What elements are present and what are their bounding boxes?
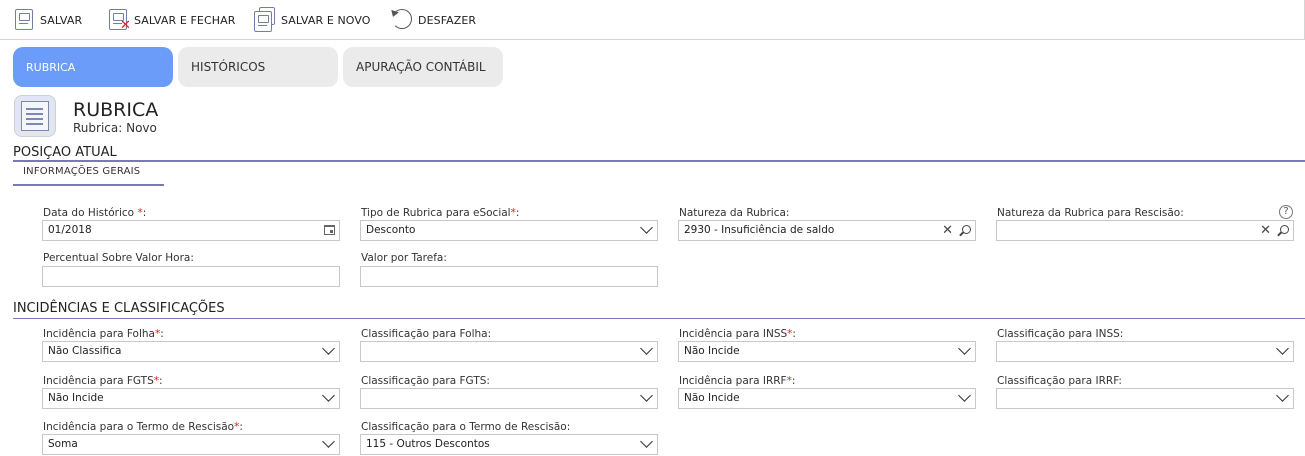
inss-incidence-select[interactable]: Não Incide <box>678 341 976 362</box>
chevron-down-icon[interactable] <box>959 391 971 403</box>
section-title-position: POSIÇAO ATUAL <box>13 145 117 160</box>
undo-icon <box>391 8 413 32</box>
irrf-incidence-select[interactable]: Não Incide <box>678 388 976 409</box>
irrf-class-select[interactable] <box>996 388 1294 409</box>
rubric-nature-label: Natureza da Rubrica: <box>679 207 790 219</box>
task-value-label: Valor por Tarefa: <box>361 252 447 264</box>
section-divider <box>13 160 1305 162</box>
fgts-class-select[interactable] <box>360 388 658 409</box>
inss-incidence-label: Incidência para INSS*: <box>679 328 796 340</box>
rescission-incidence-value: Soma <box>48 438 78 450</box>
fgts-incidence-value: Não Incide <box>48 392 104 404</box>
document-list-icon <box>14 95 56 137</box>
tab-rubrica[interactable]: RUBRICA <box>13 47 173 87</box>
help-icon[interactable]: ? <box>1279 205 1293 219</box>
search-icon[interactable] <box>1280 225 1289 234</box>
rubric-type-value: Desconto <box>366 224 416 236</box>
rescission-nature-label: Natureza da Rubrica para Rescisão: <box>997 207 1184 219</box>
tab-general-info[interactable]: INFORMAÇÕES GERAIS <box>13 162 164 186</box>
hourly-percent-label: Percentual Sobre Valor Hora: <box>43 252 194 264</box>
hourly-percent-input[interactable] <box>42 266 340 287</box>
rescission-class-value: 115 - Outros Descontos <box>366 438 490 450</box>
tab-apuracao-contabil[interactable]: APURAÇÃO CONTÁBIL <box>343 47 503 87</box>
history-date-field[interactable]: 01/2018 <box>42 220 340 241</box>
inss-class-label: Classificação para INSS: <box>997 328 1124 340</box>
history-date-value: 01/2018 <box>48 224 92 236</box>
save-close-label: SALVAR E FECHAR <box>134 13 236 27</box>
toolbar: SALVAR ✕ SALVAR E FECHAR SALVAR E NOVO D… <box>0 0 1305 40</box>
save-close-icon: ✕ <box>107 8 131 32</box>
fgts-incidence-label: Incidência para FGTS*: <box>43 375 163 387</box>
chevron-down-icon[interactable] <box>323 344 335 356</box>
section-divider <box>13 318 1305 319</box>
page-subtitle: Rubrica: Novo <box>73 121 157 135</box>
rubric-type-label: Tipo de Rubrica para eSocial*: <box>361 207 520 219</box>
save-icon <box>13 8 35 32</box>
calendar-icon[interactable] <box>324 225 335 235</box>
chevron-down-icon[interactable] <box>641 437 653 449</box>
irrf-class-label: Classificação para IRRF: <box>997 375 1122 387</box>
tab-historicos[interactable]: HISTÓRICOS <box>178 47 338 87</box>
payroll-incidence-value: Não Classifica <box>48 345 122 357</box>
inss-incidence-value: Não Incide <box>684 345 740 357</box>
chevron-down-icon[interactable] <box>959 344 971 356</box>
save-button[interactable]: SALVAR <box>13 7 82 33</box>
save-and-new-button[interactable]: SALVAR E NOVO <box>254 7 371 33</box>
section-title-incidences: INCIDÊNCIAS E CLASSIFICAÇÕES <box>13 301 225 316</box>
save-new-icon <box>254 7 276 32</box>
rescission-incidence-select[interactable]: Soma <box>42 434 340 455</box>
chevron-down-icon[interactable] <box>323 437 335 449</box>
rescission-incidence-label: Incidência para o Termo de Rescisão*: <box>43 421 243 433</box>
chevron-down-icon[interactable] <box>641 391 653 403</box>
chevron-down-icon[interactable] <box>641 344 653 356</box>
history-date-label: Data do Histórico *: <box>43 207 147 219</box>
clear-icon[interactable]: ✕ <box>1260 222 1271 239</box>
save-new-label: SALVAR E NOVO <box>281 13 371 27</box>
page-title: RUBRICA <box>73 99 159 121</box>
undo-button[interactable]: DESFAZER <box>391 7 476 33</box>
chevron-down-icon[interactable] <box>641 223 653 235</box>
clear-icon[interactable]: ✕ <box>942 222 953 239</box>
chevron-down-icon[interactable] <box>323 391 335 403</box>
rubric-nature-lookup[interactable]: 2930 - Insuficiência de saldo ✕ <box>678 220 976 241</box>
rubric-nature-value: 2930 - Insuficiência de saldo <box>684 224 835 236</box>
irrf-incidence-label: Incidência para IRRF*: <box>679 375 796 387</box>
search-icon[interactable] <box>962 225 971 234</box>
inss-class-select[interactable] <box>996 341 1294 362</box>
irrf-incidence-value: Não Incide <box>684 392 740 404</box>
task-value-input[interactable] <box>360 266 658 287</box>
payroll-incidence-select[interactable]: Não Classifica <box>42 341 340 362</box>
fgts-class-label: Classificação para FGTS: <box>361 375 490 387</box>
save-label: SALVAR <box>40 13 83 27</box>
rubric-type-select[interactable]: Desconto <box>360 220 658 241</box>
payroll-class-label: Classificação para Folha: <box>361 328 492 340</box>
rescission-class-select[interactable]: 115 - Outros Descontos <box>360 434 658 455</box>
fgts-incidence-select[interactable]: Não Incide <box>42 388 340 409</box>
undo-label: DESFAZER <box>418 13 477 27</box>
chevron-down-icon[interactable] <box>1277 391 1289 403</box>
save-and-close-button[interactable]: ✕ SALVAR E FECHAR <box>107 7 235 33</box>
chevron-down-icon[interactable] <box>1277 344 1289 356</box>
rescission-class-label: Classificação para o Termo de Rescisão: <box>361 421 571 433</box>
rescission-nature-lookup[interactable]: ✕ <box>996 220 1294 241</box>
payroll-class-select[interactable] <box>360 341 658 362</box>
payroll-incidence-label: Incidência para Folha*: <box>43 328 164 340</box>
